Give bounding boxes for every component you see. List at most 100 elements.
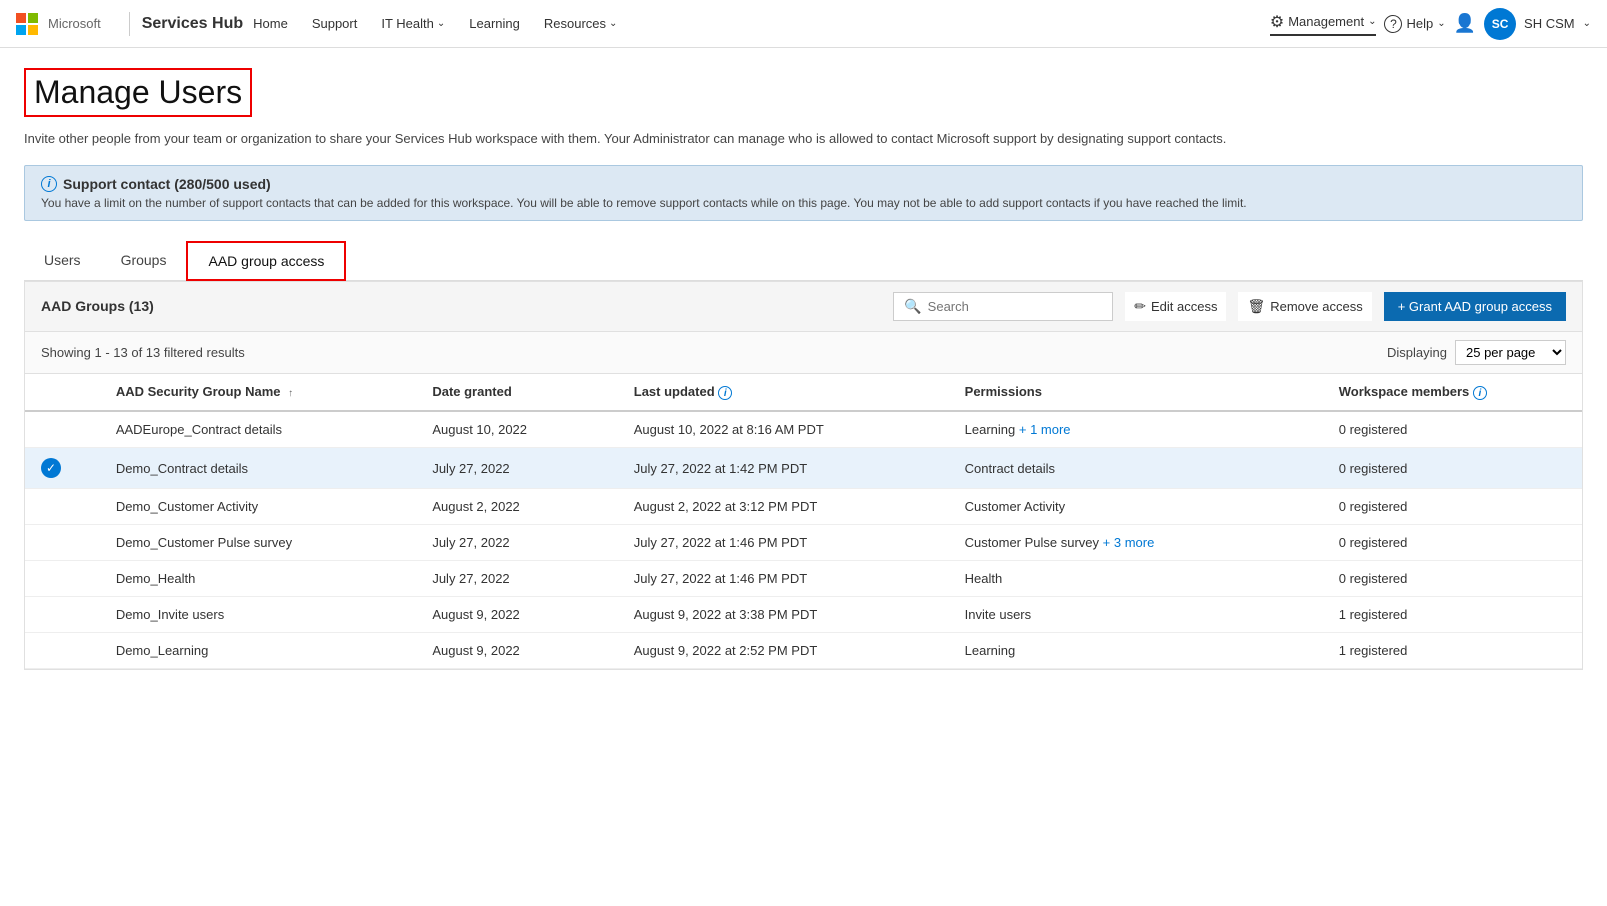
workspace-members-info-icon: i	[1473, 386, 1487, 400]
nav-links: Home Support IT Health ⌄ Learning Resour…	[243, 12, 1270, 35]
checked-icon: ✓	[41, 458, 61, 478]
per-page-select[interactable]: 25 per page 50 per page 100 per page	[1455, 340, 1566, 365]
table-row[interactable]: AADEurope_Contract details August 10, 20…	[25, 411, 1582, 448]
row-permissions-0: Learning + 1 more	[949, 411, 1323, 448]
row-last-updated-3: July 27, 2022 at 1:46 PM PDT	[618, 525, 949, 561]
notifications-icon[interactable]: 👤	[1454, 13, 1476, 34]
row-permissions-4: Health	[949, 561, 1323, 597]
table-row[interactable]: Demo_Invite users August 9, 2022 August …	[25, 597, 1582, 633]
table-title: AAD Groups (13)	[41, 298, 881, 314]
page-description: Invite other people from your team or or…	[24, 129, 1583, 149]
row-permissions-5: Invite users	[949, 597, 1323, 633]
row-checkbox-3[interactable]	[25, 525, 100, 561]
permissions-more-link[interactable]: + 1 more	[1019, 422, 1071, 437]
username[interactable]: SH CSM	[1524, 16, 1575, 31]
help-menu[interactable]: ? Help ⌄	[1384, 15, 1445, 33]
nav-home[interactable]: Home	[243, 12, 298, 35]
support-banner: i Support contact (280/500 used) You hav…	[24, 165, 1583, 221]
row-members-1: 0 registered	[1323, 448, 1582, 489]
row-checkbox-6[interactable]	[25, 633, 100, 669]
main-content: Manage Users Invite other people from yo…	[0, 48, 1607, 690]
row-checkbox-5[interactable]	[25, 597, 100, 633]
row-name-3: Demo_Customer Pulse survey	[100, 525, 417, 561]
logo[interactable]: Microsoft	[16, 13, 101, 35]
grant-aad-group-access-button[interactable]: + Grant AAD group access	[1384, 292, 1566, 321]
row-checkbox-4[interactable]	[25, 561, 100, 597]
search-icon: 🔍	[904, 298, 921, 315]
topnav: Microsoft Services Hub Home Support IT H…	[0, 0, 1607, 48]
results-text: Showing 1 - 13 of 13 filtered results	[41, 345, 245, 360]
row-members-3: 0 registered	[1323, 525, 1582, 561]
table-body: AADEurope_Contract details August 10, 20…	[25, 411, 1582, 669]
aad-groups-table: AAD Security Group Name ↑ Date granted L…	[25, 374, 1582, 670]
row-last-updated-6: August 9, 2022 at 2:52 PM PDT	[618, 633, 949, 669]
ithealth-chevron-icon: ⌄	[437, 18, 445, 29]
row-permissions-6: Learning	[949, 633, 1323, 669]
row-permissions-2: Customer Activity	[949, 489, 1323, 525]
management-menu[interactable]: ⚙ Management ⌄	[1270, 12, 1377, 36]
management-chevron-icon: ⌄	[1368, 16, 1376, 27]
permissions-more-link[interactable]: + 3 more	[1103, 535, 1155, 550]
col-header-workspace-members: Workspace members i	[1323, 374, 1582, 412]
col-header-name[interactable]: AAD Security Group Name ↑	[100, 374, 417, 412]
page-title: Manage Users	[34, 74, 242, 111]
row-last-updated-0: August 10, 2022 at 8:16 AM PDT	[618, 411, 949, 448]
row-date-granted-4: July 27, 2022	[416, 561, 617, 597]
nav-support[interactable]: Support	[302, 12, 368, 35]
col-header-date-granted[interactable]: Date granted	[416, 374, 617, 412]
results-bar: Showing 1 - 13 of 13 filtered results Di…	[24, 332, 1583, 374]
row-permissions-3: Customer Pulse survey + 3 more	[949, 525, 1323, 561]
row-last-updated-4: July 27, 2022 at 1:46 PM PDT	[618, 561, 949, 597]
row-members-4: 0 registered	[1323, 561, 1582, 597]
row-checkbox-1[interactable]: ✓	[25, 448, 100, 489]
row-members-0: 0 registered	[1323, 411, 1582, 448]
table-scroll-container[interactable]: AAD Security Group Name ↑ Date granted L…	[24, 374, 1583, 671]
tab-aad-group-access[interactable]: AAD group access	[186, 241, 346, 281]
tab-groups[interactable]: Groups	[101, 242, 187, 280]
nav-ithealth[interactable]: IT Health ⌄	[371, 12, 455, 35]
info-icon: i	[41, 176, 57, 192]
row-name-1: Demo_Contract details	[100, 448, 417, 489]
table-row[interactable]: Demo_Health July 27, 2022 July 27, 2022 …	[25, 561, 1582, 597]
search-input[interactable]	[928, 299, 1103, 314]
table-row[interactable]: Demo_Customer Activity August 2, 2022 Au…	[25, 489, 1582, 525]
col-header-last-updated[interactable]: Last updated i	[618, 374, 949, 412]
nav-resources[interactable]: Resources ⌄	[534, 12, 628, 35]
row-name-5: Demo_Invite users	[100, 597, 417, 633]
table-header-row: AAD Security Group Name ↑ Date granted L…	[25, 374, 1582, 412]
support-banner-title: i Support contact (280/500 used)	[41, 176, 1566, 192]
nav-divider	[129, 12, 130, 36]
table-toolbar: AAD Groups (13) 🔍 ✏ Edit access 🗑 Remove…	[24, 281, 1583, 332]
row-members-5: 1 registered	[1323, 597, 1582, 633]
search-box[interactable]: 🔍	[893, 292, 1113, 321]
row-last-updated-1: July 27, 2022 at 1:42 PM PDT	[618, 448, 949, 489]
displaying-label: Displaying	[1387, 345, 1447, 360]
avatar[interactable]: SC	[1484, 8, 1516, 40]
row-checkbox-0[interactable]	[25, 411, 100, 448]
row-members-6: 1 registered	[1323, 633, 1582, 669]
row-permissions-1: Contract details	[949, 448, 1323, 489]
row-checkbox-2[interactable]	[25, 489, 100, 525]
tab-users[interactable]: Users	[24, 242, 101, 280]
table-row[interactable]: ✓ Demo_Contract details July 27, 2022 Ju…	[25, 448, 1582, 489]
last-updated-info-icon: i	[718, 386, 732, 400]
edit-access-button[interactable]: ✏ Edit access	[1125, 292, 1226, 321]
topnav-right: ⚙ Management ⌄ ? Help ⌄ 👤 SC SH CSM ⌄	[1270, 8, 1591, 40]
support-banner-desc: You have a limit on the number of suppor…	[41, 196, 1566, 210]
row-members-2: 0 registered	[1323, 489, 1582, 525]
row-date-granted-0: August 10, 2022	[416, 411, 617, 448]
table-row[interactable]: Demo_Learning August 9, 2022 August 9, 2…	[25, 633, 1582, 669]
edit-icon: ✏	[1134, 298, 1146, 315]
col-header-check	[25, 374, 100, 412]
sort-asc-icon: ↑	[288, 388, 293, 399]
nav-learning[interactable]: Learning	[459, 12, 530, 35]
microsoft-logo	[16, 13, 38, 35]
remove-access-button[interactable]: 🗑 Remove access	[1238, 292, 1371, 321]
tabs: Users Groups AAD group access	[24, 241, 1583, 281]
table-row[interactable]: Demo_Customer Pulse survey July 27, 2022…	[25, 525, 1582, 561]
gear-icon: ⚙	[1270, 12, 1284, 32]
row-last-updated-5: August 9, 2022 at 3:38 PM PDT	[618, 597, 949, 633]
col-header-permissions: Permissions	[949, 374, 1323, 412]
row-date-granted-5: August 9, 2022	[416, 597, 617, 633]
resources-chevron-icon: ⌄	[609, 18, 617, 29]
